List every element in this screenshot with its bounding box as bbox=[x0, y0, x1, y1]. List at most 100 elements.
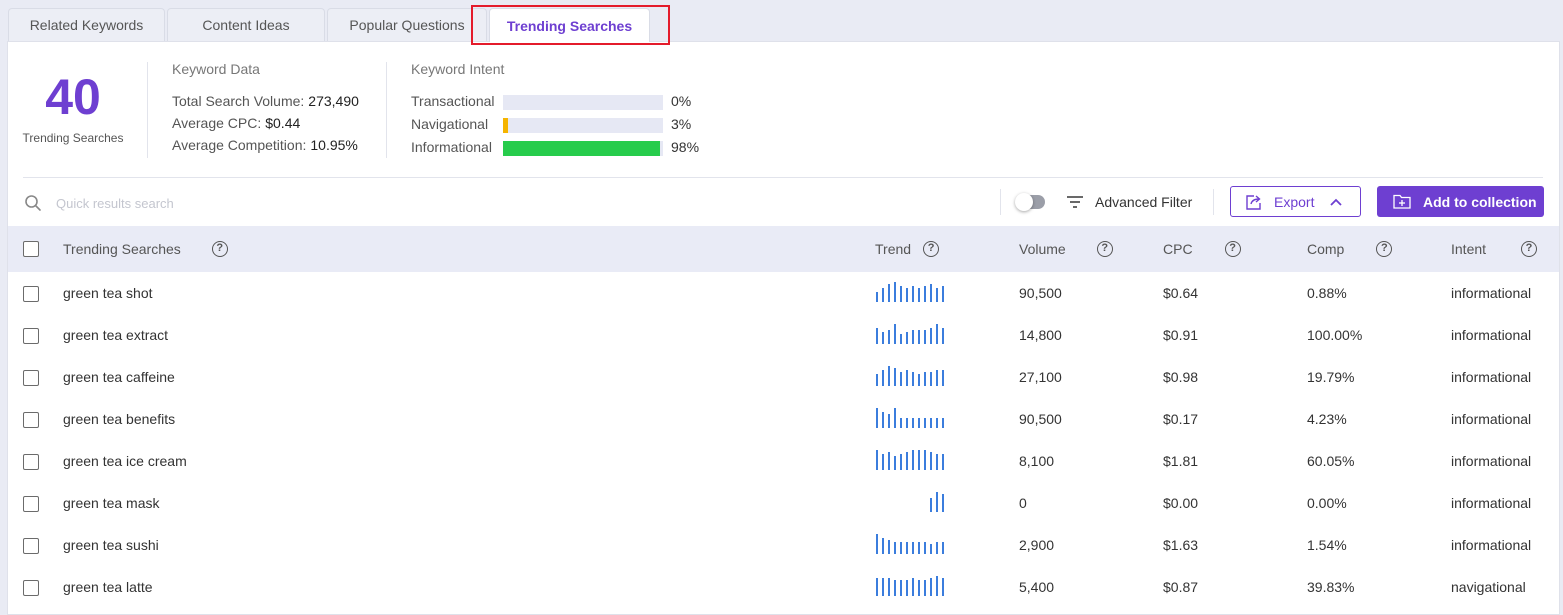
cpc-cell: $1.63 bbox=[1163, 537, 1199, 553]
add-collection-label: Add to collection bbox=[1423, 193, 1537, 210]
trend-bar bbox=[936, 288, 938, 302]
average-competition: Average Competition: 10.95% bbox=[172, 137, 358, 153]
keyword-cell[interactable]: green tea benefits bbox=[63, 411, 175, 427]
intent-pct: 3% bbox=[671, 116, 692, 132]
select-all-checkbox[interactable] bbox=[23, 241, 39, 257]
help-icon[interactable]: ? bbox=[923, 241, 940, 257]
divider bbox=[1000, 189, 1001, 215]
row-checkbox[interactable] bbox=[23, 412, 39, 428]
col-header-trend[interactable]: Trend? bbox=[875, 241, 940, 257]
table-row: green tea extract 14,800 $0.91 100.00% i… bbox=[8, 314, 1559, 356]
trend-bar bbox=[888, 414, 890, 428]
trend-bar bbox=[942, 578, 944, 596]
export-label: Export bbox=[1274, 193, 1315, 210]
help-icon[interactable]: ? bbox=[1224, 241, 1241, 257]
chevron-up-icon bbox=[1330, 198, 1343, 206]
intent-cell: informational bbox=[1451, 411, 1532, 427]
trend-bar bbox=[900, 372, 902, 386]
keyword-cell[interactable]: green tea extract bbox=[63, 327, 168, 343]
trending-count: 40 bbox=[45, 69, 101, 125]
tab-trending-searches[interactable]: Trending Searches bbox=[489, 8, 650, 42]
intent-bar-fill bbox=[503, 118, 508, 133]
col-header-keyword[interactable]: Trending Searches? bbox=[63, 241, 228, 257]
filter-toggle[interactable] bbox=[1015, 193, 1045, 211]
quick-search-input[interactable] bbox=[56, 192, 456, 214]
advanced-filter-button[interactable]: Advanced Filter bbox=[1095, 194, 1192, 210]
volume-cell: 14,800 bbox=[1019, 327, 1062, 343]
trend-bar bbox=[882, 412, 884, 428]
help-icon[interactable]: ? bbox=[1521, 241, 1538, 257]
trend-bar bbox=[912, 372, 914, 386]
volume-cell: 27,100 bbox=[1019, 369, 1062, 385]
trend-sparkline bbox=[876, 366, 944, 386]
trend-bar bbox=[894, 282, 896, 302]
filter-icon[interactable] bbox=[1066, 195, 1084, 209]
keyword-cell[interactable]: green tea caffeine bbox=[63, 369, 175, 385]
avg-comp-value: 10.95% bbox=[310, 137, 358, 153]
export-button[interactable]: Export bbox=[1230, 186, 1361, 217]
volume-cell: 0 bbox=[1019, 495, 1027, 511]
volume-cell: 90,500 bbox=[1019, 411, 1062, 427]
cpc-cell: $0.98 bbox=[1163, 369, 1199, 385]
row-checkbox[interactable] bbox=[23, 286, 39, 302]
trend-bar bbox=[924, 330, 926, 344]
row-checkbox[interactable] bbox=[23, 580, 39, 596]
divider bbox=[147, 62, 148, 158]
keyword-cell[interactable]: green tea mask bbox=[63, 495, 160, 511]
col-label: Comp bbox=[1307, 241, 1345, 257]
trend-bar bbox=[882, 578, 884, 596]
row-checkbox[interactable] bbox=[23, 454, 39, 470]
trend-bar bbox=[876, 534, 878, 554]
volume-cell: 90,500 bbox=[1019, 285, 1062, 301]
keyword-data-title: Keyword Data bbox=[172, 61, 260, 77]
help-icon[interactable]: ? bbox=[1096, 241, 1113, 257]
tab-content-ideas[interactable]: Content Ideas bbox=[167, 8, 325, 41]
help-icon[interactable]: ? bbox=[1376, 241, 1393, 257]
row-checkbox[interactable] bbox=[23, 538, 39, 554]
keyword-cell[interactable]: green tea sushi bbox=[63, 537, 159, 553]
avg-comp-label: Average Competition: bbox=[172, 137, 307, 153]
help-icon[interactable]: ? bbox=[211, 241, 228, 257]
trend-bar bbox=[924, 418, 926, 428]
trend-sparkline bbox=[876, 408, 944, 428]
col-label: Trending Searches bbox=[63, 241, 181, 257]
col-label: CPC bbox=[1163, 241, 1193, 257]
col-header-cpc[interactable]: CPC? bbox=[1163, 241, 1241, 257]
total-volume-label: Total Search Volume: bbox=[172, 93, 305, 109]
trend-bar bbox=[894, 408, 896, 428]
trend-bar bbox=[888, 452, 890, 470]
col-header-comp[interactable]: Comp? bbox=[1307, 241, 1393, 257]
row-checkbox[interactable] bbox=[23, 496, 39, 512]
trend-bar bbox=[936, 324, 938, 344]
total-volume-value: 273,490 bbox=[308, 93, 359, 109]
keyword-cell[interactable]: green tea ice cream bbox=[63, 453, 187, 469]
col-header-volume[interactable]: Volume? bbox=[1019, 241, 1113, 257]
trend-bar bbox=[876, 374, 878, 386]
intent-bar bbox=[503, 141, 663, 156]
trend-bar bbox=[876, 408, 878, 428]
cpc-cell: $0.00 bbox=[1163, 495, 1199, 511]
total-search-volume: Total Search Volume: 273,490 bbox=[172, 93, 359, 109]
trend-bar bbox=[882, 538, 884, 554]
trend-bar bbox=[918, 450, 920, 470]
comp-cell: 39.83% bbox=[1307, 579, 1355, 595]
trend-bar bbox=[888, 284, 890, 302]
average-cpc: Average CPC: $0.44 bbox=[172, 115, 300, 131]
col-header-intent[interactable]: Intent? bbox=[1451, 241, 1538, 257]
table-row: green tea caffeine 27,100 $0.98 19.79% i… bbox=[8, 356, 1559, 398]
trend-bar bbox=[936, 576, 938, 596]
row-checkbox[interactable] bbox=[23, 370, 39, 386]
tab-popular-questions[interactable]: Popular Questions bbox=[327, 8, 487, 41]
tab-related-keywords[interactable]: Related Keywords bbox=[8, 8, 165, 41]
trend-bar bbox=[894, 580, 896, 596]
trend-bar bbox=[918, 330, 920, 344]
keyword-cell[interactable]: green tea latte bbox=[63, 579, 153, 595]
keyword-cell[interactable]: green tea shot bbox=[63, 285, 153, 301]
trend-bar bbox=[906, 370, 908, 386]
intent-label: Informational bbox=[411, 139, 492, 155]
trend-sparkline bbox=[876, 450, 944, 470]
add-to-collection-button[interactable]: Add to collection bbox=[1377, 186, 1544, 217]
trend-bar bbox=[942, 370, 944, 386]
intent-cell: informational bbox=[1451, 537, 1532, 553]
row-checkbox[interactable] bbox=[23, 328, 39, 344]
